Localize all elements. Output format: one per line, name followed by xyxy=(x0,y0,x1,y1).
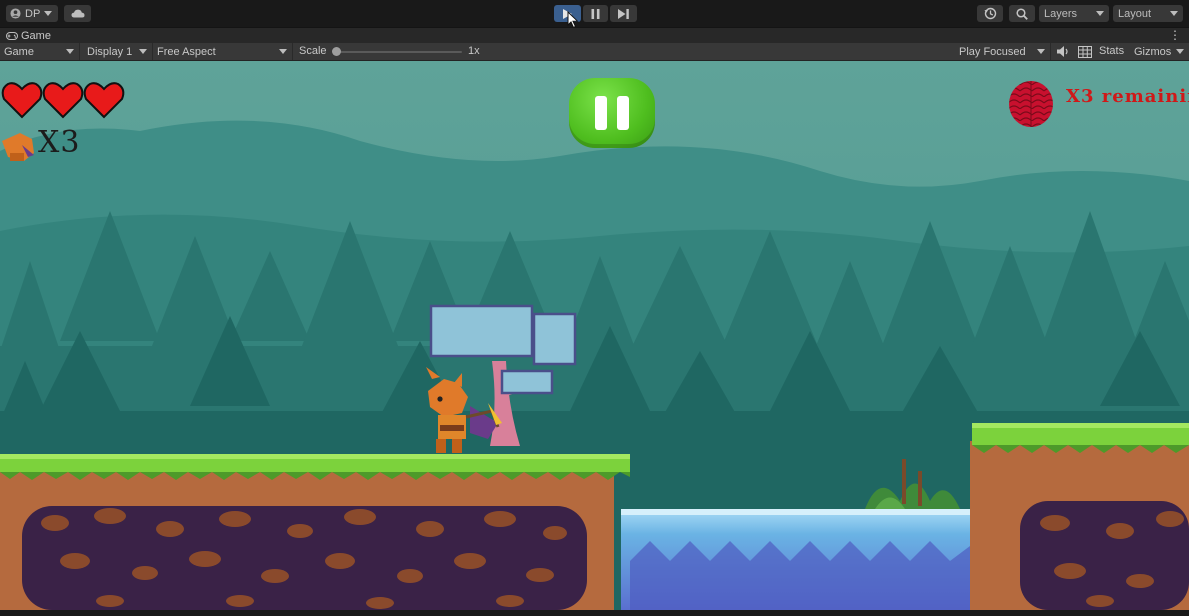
step-button[interactable] xyxy=(610,5,637,22)
history-icon xyxy=(983,7,996,20)
game-view-toolbar: Game Display 1 Free Aspect Scale 1x Play… xyxy=(0,43,1189,61)
stats-button[interactable]: Stats xyxy=(1099,45,1124,57)
pause-icon-bar xyxy=(617,96,629,130)
water xyxy=(621,509,970,610)
tab-game-label: Game xyxy=(21,30,51,42)
tab-options-menu[interactable]: ⋮ xyxy=(1169,28,1181,42)
gizmos-label: Gizmos xyxy=(1134,45,1172,58)
game-viewport[interactable]: X3 X3 remaining xyxy=(0,61,1189,610)
view-mode-label: Game xyxy=(4,45,34,58)
collectible-icon xyxy=(1009,81,1053,127)
scale-value: 1x xyxy=(468,45,480,57)
step-icon xyxy=(618,8,629,19)
account-label: DP xyxy=(25,7,41,20)
layout-dropdown[interactable]: Layout xyxy=(1113,5,1183,22)
display-dropdown[interactable]: Display 1 xyxy=(83,43,153,60)
stats-grid-icon[interactable] xyxy=(1078,46,1092,58)
game-tab-strip: Game ⋮ xyxy=(0,27,1189,43)
search-icon xyxy=(1016,7,1028,20)
layout-label: Layout xyxy=(1118,7,1152,20)
play-mode-label: Play Focused xyxy=(959,45,1026,58)
chevron-down-icon xyxy=(1096,11,1104,16)
cloud-icon xyxy=(71,9,84,18)
bottom-border xyxy=(0,610,1189,616)
chevron-down-icon xyxy=(44,10,53,16)
game-pause-button[interactable] xyxy=(569,78,655,148)
chevron-down-icon xyxy=(1176,49,1184,54)
main-toolbar: DP Layers Layout xyxy=(0,0,1189,29)
aspect-label: Free Aspect xyxy=(157,45,216,58)
play-mode-dropdown[interactable]: Play Focused xyxy=(955,43,1051,60)
gizmos-dropdown[interactable]: Gizmos xyxy=(1130,43,1189,60)
layers-label: Layers xyxy=(1044,7,1078,20)
tab-game[interactable]: Game xyxy=(6,29,51,43)
scale-slider-track[interactable] xyxy=(336,51,462,53)
right-ground-platform xyxy=(970,423,1189,610)
chevron-down-icon xyxy=(1170,11,1178,16)
undo-history-button[interactable] xyxy=(977,5,1003,22)
hearts-health-bar xyxy=(1,82,125,119)
cloud-button[interactable] xyxy=(64,5,91,22)
pause-icon-bar xyxy=(595,96,607,130)
aspect-dropdown[interactable]: Free Aspect xyxy=(153,43,293,60)
account-dropdown[interactable]: DP xyxy=(6,5,58,22)
account-icon xyxy=(10,8,21,19)
scale-label: Scale xyxy=(299,45,327,57)
gamepad-icon xyxy=(6,32,18,40)
chevron-down-icon xyxy=(139,49,147,54)
audio-icon[interactable] xyxy=(1056,45,1070,58)
chevron-down-icon xyxy=(1037,49,1045,54)
pause-button[interactable] xyxy=(583,5,608,22)
lives-count: X3 xyxy=(38,125,81,160)
search-button[interactable] xyxy=(1009,5,1035,22)
display-label: Display 1 xyxy=(87,45,133,58)
left-ground-platform xyxy=(0,454,630,610)
layers-dropdown[interactable]: Layers xyxy=(1039,5,1109,22)
pause-icon xyxy=(591,8,600,19)
view-mode-dropdown[interactable]: Game xyxy=(0,43,80,60)
scale-slider-thumb[interactable] xyxy=(332,47,341,56)
collectibles-remaining: X3 remaining xyxy=(1066,86,1189,107)
chevron-down-icon xyxy=(279,49,287,54)
chevron-down-icon xyxy=(66,49,74,54)
